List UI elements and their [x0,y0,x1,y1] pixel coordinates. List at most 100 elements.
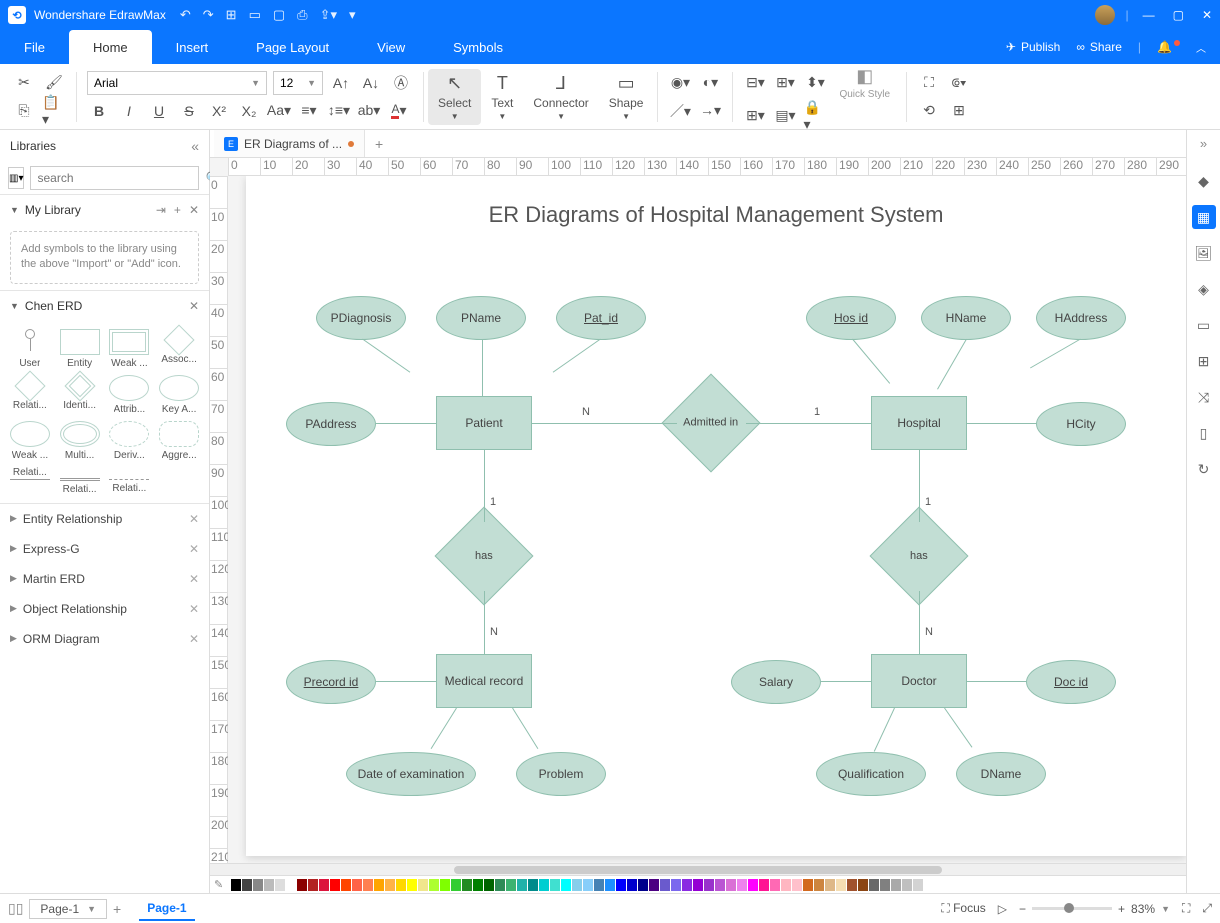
tab-symbols[interactable]: Symbols [429,30,527,64]
color-swatch[interactable] [462,879,472,891]
color-swatch[interactable] [506,879,516,891]
clear-format-icon[interactable]: Ⓐ [389,71,413,95]
history-icon[interactable]: ↻ [1192,457,1216,481]
shape-line1[interactable]: Relati... [6,465,54,497]
user-avatar[interactable] [1095,5,1115,25]
align-icon[interactable]: ⊟▾ [743,71,767,95]
shape-attrib[interactable]: Attrib... [106,373,154,417]
add-doc-tab[interactable]: + [365,136,393,152]
copy-icon[interactable]: ⎘ [12,99,36,123]
shape-line2[interactable]: Relati... [56,465,104,497]
shadow-icon[interactable]: ◐▾ [698,71,722,95]
color-swatch[interactable] [770,879,780,891]
subscript-icon[interactable]: X₂ [237,99,261,123]
attr-hcity[interactable]: HCity [1036,402,1126,446]
size-icon[interactable]: ⬍▾ [803,71,827,95]
color-swatch[interactable] [638,879,648,891]
color-swatch[interactable] [539,879,549,891]
color-swatch[interactable] [891,879,901,891]
format-painter-icon[interactable]: 🖌 [42,71,66,95]
eyedropper-icon[interactable]: ✎ [214,878,230,891]
shape-weak-attr[interactable]: Weak ... [6,419,54,463]
color-swatch[interactable] [286,879,296,891]
color-swatch[interactable] [561,879,571,891]
present-icon[interactable]: ▯ [1192,421,1216,445]
attr-pdiagnosis[interactable]: PDiagnosis [316,296,406,340]
cut-icon[interactable]: ✂ [12,71,36,95]
lib-item[interactable]: ▶Entity Relationship✕ [0,504,209,534]
color-swatch[interactable] [682,879,692,891]
export-icon[interactable]: ⇪▾ [320,7,337,23]
tab-view[interactable]: View [353,30,429,64]
entity-medical-record[interactable]: Medical record [436,654,532,708]
shuffle-icon[interactable]: ⤨ [1192,385,1216,409]
attr-docid[interactable]: Doc id [1026,660,1116,704]
color-swatch[interactable] [429,879,439,891]
color-swatch[interactable] [440,879,450,891]
attr-paddress[interactable]: PAddress [286,402,376,446]
color-swatch[interactable] [517,879,527,891]
tab-home[interactable]: Home [69,30,152,64]
lib-item[interactable]: ▶Martin ERD✕ [0,564,209,594]
underline-icon[interactable]: U [147,99,171,123]
color-swatch[interactable] [352,879,362,891]
entity-patient[interactable]: Patient [436,396,532,450]
collapse-sidebar-icon[interactable]: « [191,138,199,154]
color-swatch[interactable] [605,879,615,891]
color-swatch[interactable] [737,879,747,891]
page-selector[interactable]: Page-1▼ [29,899,107,919]
select-tool[interactable]: ↖Select▼ [428,69,481,125]
color-swatch[interactable] [781,879,791,891]
color-swatch[interactable] [671,879,681,891]
color-swatch[interactable] [836,879,846,891]
color-swatch[interactable] [341,879,351,891]
color-swatch[interactable] [297,879,307,891]
more-icon[interactable]: ▾ [349,7,356,23]
color-swatch[interactable] [715,879,725,891]
attr-haddress[interactable]: HAddress [1036,296,1126,340]
add-icon[interactable]: + [174,203,181,217]
outline-icon[interactable]: ▯▯ [8,900,23,917]
color-swatch[interactable] [814,879,824,891]
close-section-icon[interactable]: ✕ [189,203,199,217]
case-icon[interactable]: Aa▾ [267,99,291,123]
zoom-in-icon[interactable]: + [1118,902,1125,916]
shape-tool[interactable]: ▭Shape▼ [599,69,654,125]
shape-line3[interactable]: Relati... [106,465,154,497]
color-swatch[interactable] [319,879,329,891]
layer-icon[interactable]: ▤▾ [773,104,797,128]
notification-icon[interactable]: 🔔 [1157,40,1180,54]
color-swatch[interactable] [385,879,395,891]
chen-erd-section[interactable]: ▼Chen ERD✕ [0,291,209,321]
color-swatch[interactable] [583,879,593,891]
color-swatch[interactable] [616,879,626,891]
attr-hosid[interactable]: Hos id [806,296,896,340]
attr-patid[interactable]: Pat_id [556,296,646,340]
focus-icon[interactable]: ⛶ Focus [941,901,985,916]
tab-page-layout[interactable]: Page Layout [232,30,353,64]
attr-dname[interactable]: DName [956,752,1046,796]
new-icon[interactable]: ⊞ [226,7,237,23]
bullets-icon[interactable]: ≡▾ [297,99,321,123]
shape-user[interactable]: User [6,327,54,371]
strike-icon[interactable]: S [177,99,201,123]
color-swatch[interactable] [825,879,835,891]
italic-icon[interactable]: I [117,99,141,123]
decrease-font-icon[interactable]: A↓ [359,71,383,95]
color-swatch[interactable] [759,879,769,891]
color-swatch[interactable] [792,879,802,891]
color-swatch[interactable] [495,879,505,891]
line-style-icon[interactable]: ／▾ [668,99,692,123]
font-size-select[interactable]: 12▼ [273,71,323,95]
color-swatch[interactable] [913,879,923,891]
color-swatch[interactable] [231,879,241,891]
tab-insert[interactable]: Insert [152,30,233,64]
color-swatch[interactable] [627,879,637,891]
undo-icon[interactable]: ↶ [180,7,191,23]
line-spacing-icon[interactable]: ↕≡▾ [327,99,351,123]
shape-aggre[interactable]: Aggre... [155,419,203,463]
shape-deriv[interactable]: Deriv... [106,419,154,463]
font-color-icon[interactable]: A▾ [387,99,411,123]
bold-icon[interactable]: B [87,99,111,123]
collapse-ribbon-icon[interactable]: ︿ [1196,40,1206,55]
